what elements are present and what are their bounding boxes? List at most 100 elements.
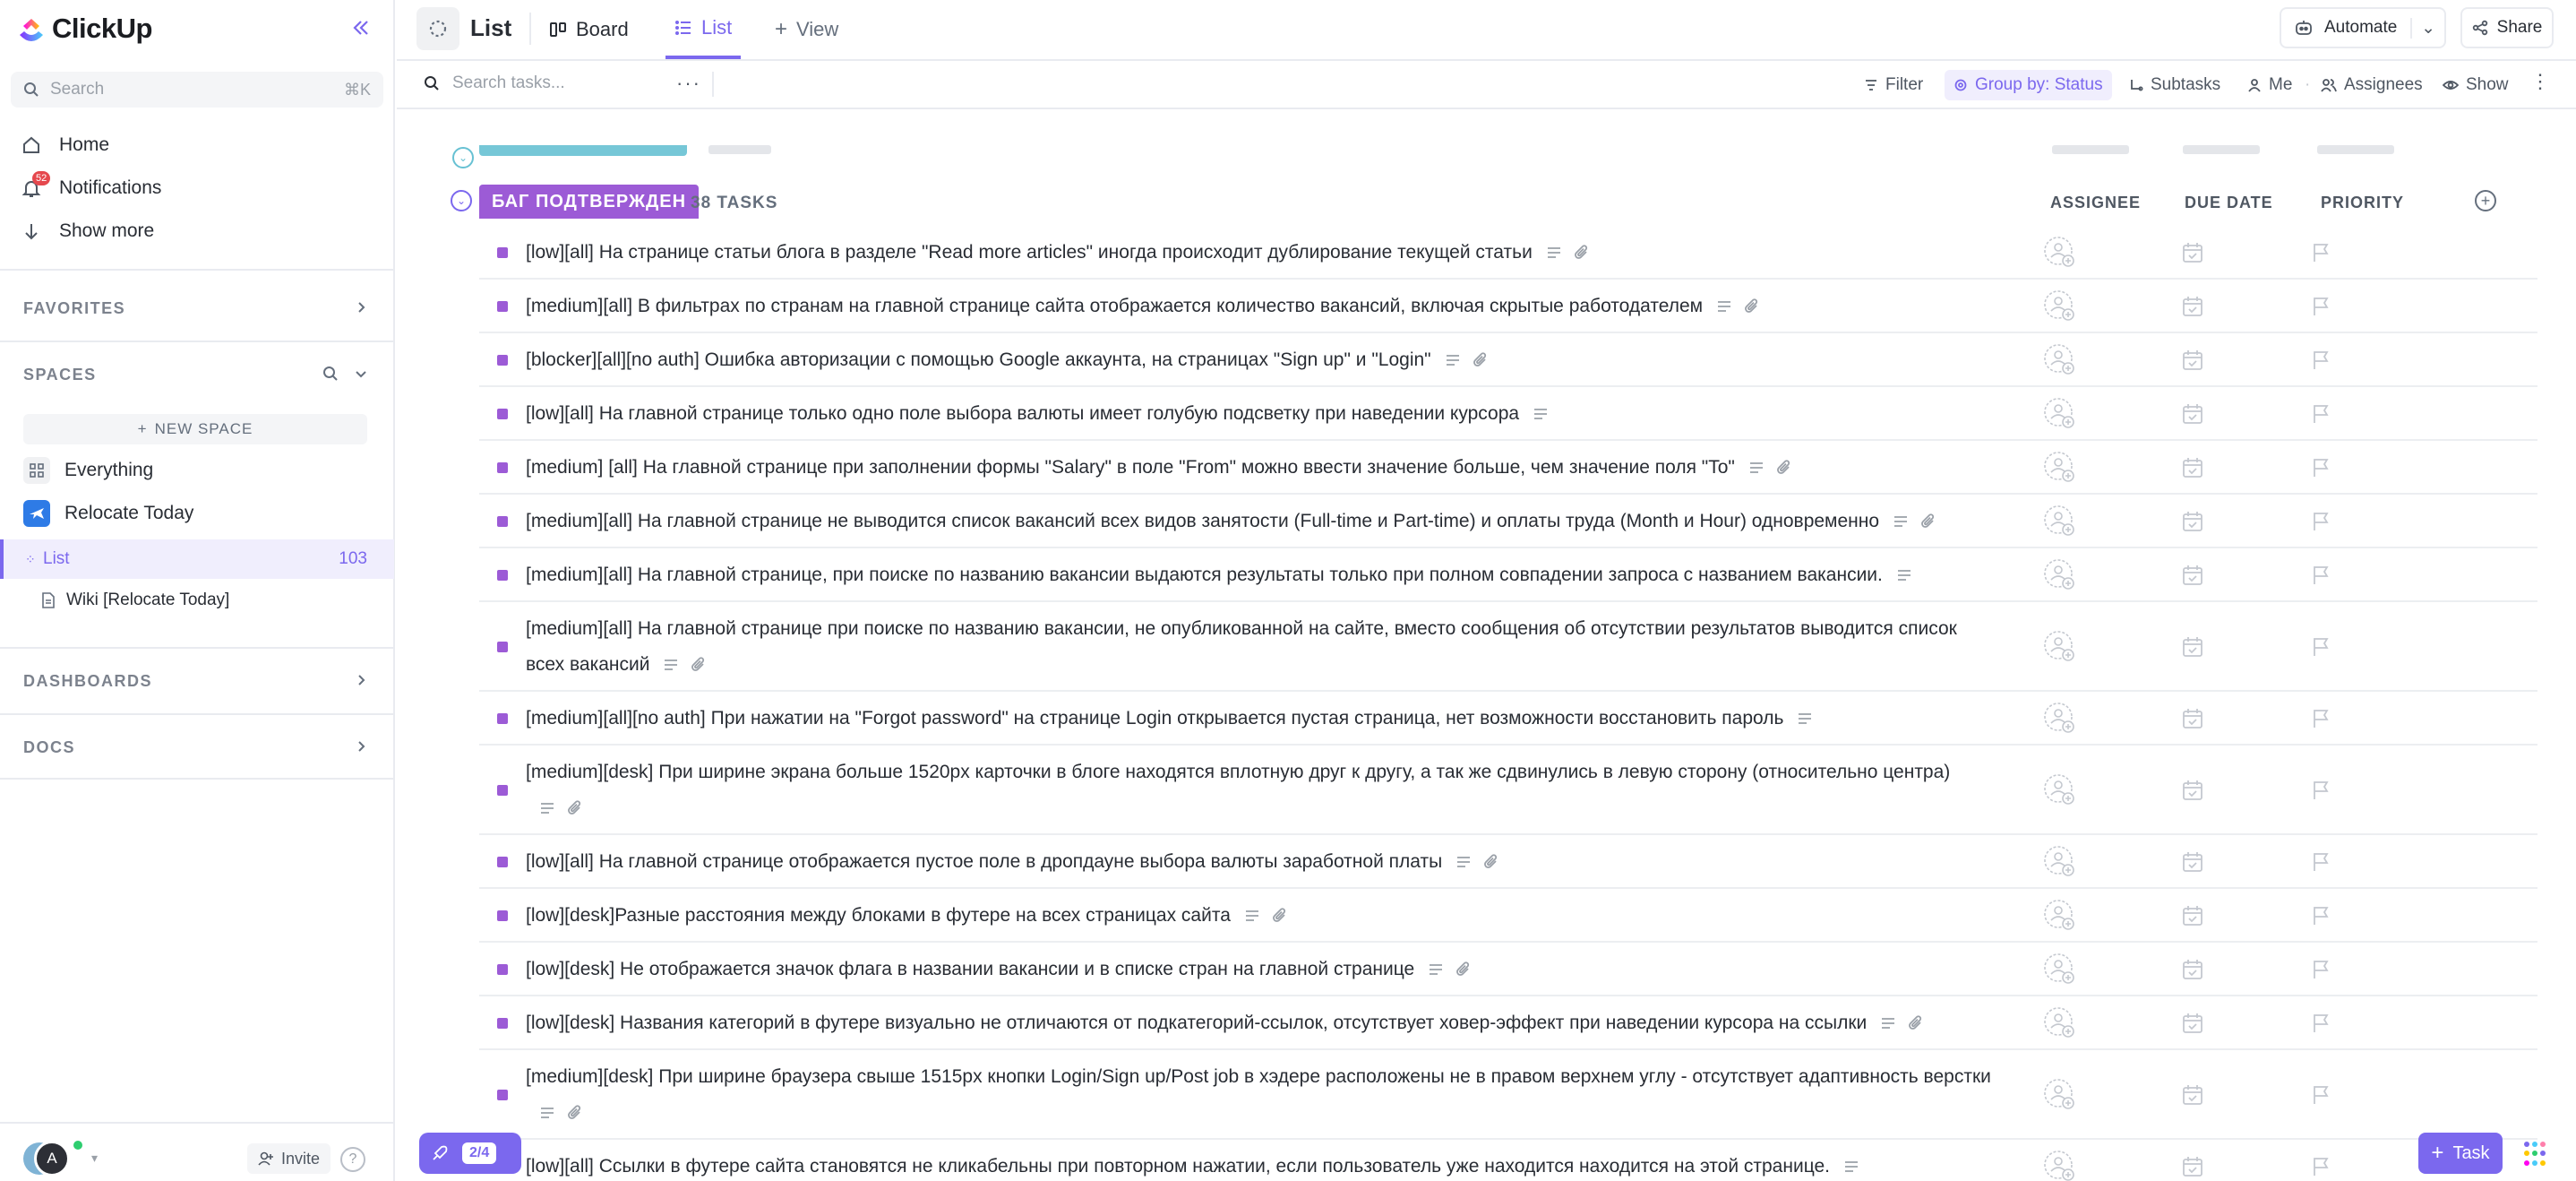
task-name[interactable]: [medium][desk] При ширине браузера свыше…	[526, 1066, 1991, 1087]
priority-flag-icon[interactable]	[2310, 242, 2331, 263]
status-badge[interactable]: БАГ ПОДТВЕРЖДЕН	[479, 185, 700, 219]
sidebar-list-item[interactable]: ⁘ List 103	[0, 539, 394, 579]
page-title[interactable]: List	[470, 14, 511, 42]
column-header-assignee[interactable]: ASSIGNEE	[2050, 194, 2141, 212]
task-name[interactable]: [medium] [all] На главной странице при з…	[526, 457, 1735, 478]
task-name[interactable]: [low][all] На главной странице только од…	[526, 403, 1519, 424]
add-assignee-icon[interactable]	[2043, 702, 2077, 736]
priority-flag-icon[interactable]	[2310, 851, 2331, 873]
task-name-cell[interactable]: [low][all] На странице статьи блога в ра…	[526, 235, 1995, 271]
avatar[interactable]: A	[34, 1141, 70, 1177]
calendar-icon[interactable]	[2181, 1155, 2204, 1178]
task-name[interactable]: [low][all] Ссылки в футере сайта становя…	[526, 1156, 1830, 1177]
add-assignee-icon[interactable]	[2043, 773, 2077, 807]
task-row[interactable]: [low][desk] Названия категорий в футере …	[479, 996, 2537, 1050]
nav-home[interactable]: Home	[20, 127, 109, 163]
priority-flag-icon[interactable]	[2310, 565, 2331, 586]
previous-status-pill[interactable]	[479, 145, 687, 156]
calendar-icon[interactable]	[2181, 1012, 2204, 1035]
task-row[interactable]: [low][all] На главной странице только од…	[479, 387, 2537, 441]
chevron-right-icon[interactable]	[351, 670, 371, 690]
task-name-cell[interactable]: [medium][all][no auth] При нажатии на "F…	[526, 701, 1995, 737]
task-name[interactable]: [medium][all] На главной странице, при п…	[526, 565, 1883, 585]
status-square-icon[interactable]	[497, 355, 508, 366]
add-assignee-icon[interactable]	[2043, 289, 2077, 323]
task-row[interactable]: [low][all] Ссылки в футере сайта становя…	[479, 1140, 2537, 1181]
task-row[interactable]: [medium][all] На главной странице, при п…	[479, 548, 2537, 602]
status-square-icon[interactable]	[497, 247, 508, 258]
help-icon[interactable]: ?	[340, 1147, 365, 1172]
priority-flag-icon[interactable]	[2310, 1013, 2331, 1034]
calendar-icon[interactable]	[2181, 779, 2204, 802]
calendar-icon[interactable]	[2181, 564, 2204, 587]
status-square-icon[interactable]	[497, 642, 508, 652]
tab-board[interactable]: Board	[549, 0, 629, 59]
calendar-icon[interactable]	[2181, 295, 2204, 318]
tab-list[interactable]: List	[665, 0, 742, 59]
share-button[interactable]: Share	[2460, 7, 2554, 48]
column-header-due-date[interactable]: DUE DATE	[2185, 194, 2273, 212]
add-assignee-icon[interactable]	[2043, 397, 2077, 431]
add-assignee-icon[interactable]	[2043, 343, 2077, 377]
add-assignee-icon[interactable]	[2043, 1006, 2077, 1040]
task-name[interactable]: [medium][desk] При ширине экрана больше …	[526, 762, 1950, 782]
priority-flag-icon[interactable]	[2310, 780, 2331, 801]
calendar-icon[interactable]	[2181, 456, 2204, 479]
priority-flag-icon[interactable]	[2310, 403, 2331, 425]
space-everything[interactable]: Everything	[23, 453, 153, 487]
task-name[interactable]: [medium][all] В фильтрах по странам на г…	[526, 296, 1703, 316]
calendar-icon[interactable]	[2181, 1083, 2204, 1107]
docs-header[interactable]: DOCS	[23, 738, 75, 757]
add-assignee-icon[interactable]	[2043, 899, 2077, 933]
task-row[interactable]: [low][desk]Разные расстояния между блока…	[479, 889, 2537, 943]
status-square-icon[interactable]	[497, 516, 508, 527]
favorites-header[interactable]: FAVORITES	[23, 299, 125, 318]
task-name[interactable]: [low][all] На главной странице отображае…	[526, 851, 1442, 872]
status-square-icon[interactable]	[497, 964, 508, 975]
priority-flag-icon[interactable]	[2310, 708, 2331, 729]
invite-button[interactable]: Invite	[247, 1143, 331, 1174]
task-name[interactable]: [blocker][all][no auth] Ошибка авторизац…	[526, 349, 1431, 370]
apps-grid-icon[interactable]	[2524, 1142, 2549, 1167]
task-name-cell[interactable]: [medium][all] На главной странице при по…	[526, 611, 1995, 683]
calendar-icon[interactable]	[2181, 904, 2204, 927]
new-task-button[interactable]: + Task	[2418, 1133, 2503, 1174]
subtasks-button[interactable]: Subtasks	[2129, 70, 2220, 100]
task-name[interactable]: [low][desk]Разные расстояния между блока…	[526, 905, 1231, 926]
nav-notifications[interactable]: 52 Notifications	[20, 170, 161, 206]
calendar-icon[interactable]	[2181, 510, 2204, 533]
priority-flag-icon[interactable]	[2310, 296, 2331, 317]
add-assignee-icon[interactable]	[2043, 236, 2077, 270]
task-name[interactable]: [low][desk] Названия категорий в футере …	[526, 1013, 1867, 1033]
task-search-input[interactable]: Search tasks...	[424, 73, 565, 93]
task-name-cell[interactable]: [medium][all] На главной странице, при п…	[526, 557, 1995, 593]
spaces-search-icon[interactable]	[321, 364, 340, 384]
priority-flag-icon[interactable]	[2310, 511, 2331, 532]
group-by-button[interactable]: Group by: Status	[1945, 70, 2112, 100]
task-row[interactable]: [medium] [all] На главной странице при з…	[479, 441, 2537, 495]
priority-flag-icon[interactable]	[2310, 905, 2331, 927]
task-name-cell[interactable]: [medium][all] В фильтрах по странам на г…	[526, 289, 1995, 324]
add-assignee-icon[interactable]	[2043, 504, 2077, 539]
sidebar-search-input[interactable]: Search ⌘K	[11, 72, 383, 108]
calendar-icon[interactable]	[2181, 707, 2204, 730]
chevron-down-icon[interactable]: ⌄	[2410, 17, 2435, 39]
task-name[interactable]: [medium][all] На главной странице при по…	[526, 618, 1957, 675]
filter-button[interactable]: Filter	[1864, 70, 1923, 100]
status-square-icon[interactable]	[497, 301, 508, 312]
collapse-sidebar-button[interactable]	[346, 13, 376, 43]
task-row[interactable]: [low][desk] Не отображается значок флага…	[479, 943, 2537, 996]
space-relocate-today[interactable]: Relocate Today	[23, 496, 193, 530]
clickup-logo[interactable]: ClickUp	[16, 11, 152, 47]
chevron-down-icon[interactable]	[351, 364, 371, 384]
task-row[interactable]: [blocker][all][no auth] Ошибка авторизац…	[479, 333, 2537, 387]
priority-flag-icon[interactable]	[2310, 457, 2331, 478]
list-status-icon[interactable]	[416, 7, 459, 50]
calendar-icon[interactable]	[2181, 241, 2204, 264]
task-row[interactable]: [medium][all] На главной странице не выв…	[479, 495, 2537, 548]
add-assignee-icon[interactable]	[2043, 1078, 2077, 1112]
nav-show-more[interactable]: Show more	[20, 213, 154, 249]
priority-flag-icon[interactable]	[2310, 1084, 2331, 1106]
collapse-group-toggle[interactable]: ⌄	[451, 190, 472, 211]
task-name-cell[interactable]: [low][desk]Разные расстояния между блока…	[526, 898, 1995, 934]
